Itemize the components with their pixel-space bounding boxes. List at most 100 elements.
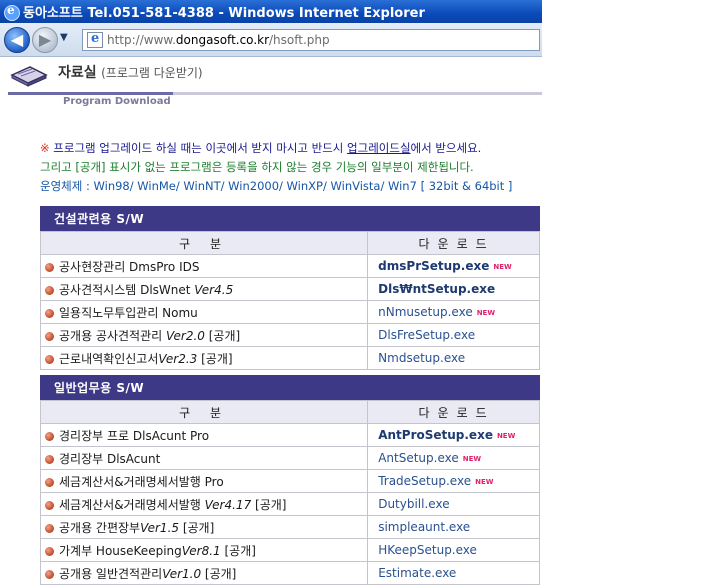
header-divider [8, 92, 542, 95]
column-header-program: 구 분 [39, 400, 369, 424]
download-link[interactable]: Dls₩ntSetup.exe [378, 282, 495, 296]
page-icon [87, 31, 103, 48]
table-row: 세금계산서&거래명세서발행 Pro TradeSetup.exe NEW [39, 469, 540, 493]
program-name: 세금계산서&거래명세서발행 Pro [59, 474, 224, 489]
download-cell: DlsFreSetup.exe [367, 323, 540, 347]
download-link[interactable]: dmsPrSetup.exe [378, 259, 489, 273]
bullet-icon [45, 454, 54, 464]
download-cell: Nmdsetup.exe [367, 346, 540, 370]
download-link[interactable]: AntSetup.exe [378, 451, 459, 465]
program-version: Ver2.3 [158, 351, 198, 366]
table-row: 공개용 간편장부Ver1.5 [공개] simpleaunt.exe [39, 515, 540, 539]
window-title: 동아소프트 Tel.051-581-4388 - Windows Interne… [23, 6, 425, 21]
forward-button[interactable]: ▶ [32, 27, 58, 53]
download-table: 구 분 다운로드공사현장관리 DmsPro IDS dmsPrSetup.exe NE… [39, 231, 540, 370]
program-public-tag: [공개] [251, 497, 287, 512]
table-header-row: 구 분 다운로드 [39, 231, 540, 255]
program-name-cell: 공개용 일반견적관리Ver1.0 [공개] [39, 561, 369, 585]
page-title-main: 자료실 [58, 65, 97, 81]
table-header-row: 구 분 다운로드 [39, 400, 540, 424]
program-name: 세금계산서&거래명세서발행 [59, 497, 205, 512]
table-row: 공사현장관리 DmsPro IDS dmsPrSetup.exe NEW [39, 254, 540, 278]
back-arrow-icon: ◀ [10, 30, 24, 49]
bullet-icon [45, 477, 54, 487]
bullet-icon [45, 262, 54, 272]
ie-logo-icon [3, 3, 20, 21]
program-name: 공사현장관리 DmsPro IDS [59, 259, 200, 274]
program-version: Ver1.5 [140, 520, 180, 535]
bullet-icon [45, 523, 54, 533]
download-link[interactable]: AntProSetup.exe [378, 428, 493, 442]
download-link[interactable]: Dutybill.exe [378, 497, 449, 511]
bullet-icon [45, 285, 54, 295]
download-link[interactable]: HKeepSetup.exe [378, 543, 477, 557]
program-name: 경리장부 프로 DlsAcunt Pro [59, 428, 210, 443]
table-row: 공개용 공사견적관리 Ver2.0 [공개] DlsFreSetup.exe [39, 323, 540, 347]
program-public-tag: [공개] [201, 566, 237, 581]
section-title: 일반업무용 S/W [40, 375, 540, 400]
notice-line-1: ※ 프로그램 업그레이드 하실 때는 이곳에서 받지 마시고 반드시 업그레이드… [40, 139, 512, 158]
upgrade-room-link[interactable]: 업그레이드실 [347, 141, 410, 155]
program-name: 공개용 간편장부 [59, 520, 141, 535]
download-link[interactable]: Estimate.exe [378, 566, 456, 580]
page-subtitle: Program Download [63, 96, 171, 107]
table-row: 세금계산서&거래명세서발행 Ver4.17 [공개] Dutybill.exe [39, 492, 540, 516]
notice-block: ※ 프로그램 업그레이드 하실 때는 이곳에서 받지 마시고 반드시 업그레이드… [40, 139, 512, 196]
program-public-tag: [공개] [197, 351, 233, 366]
program-name: 근로내역확인신고서 [59, 351, 159, 366]
section-construction: 건설관련용 S/W 구 분 다운로드공사현장관리 DmsPro IDS dmsPrSe… [39, 206, 540, 370]
program-name-cell: 경리장부 프로 DlsAcunt Pro [39, 423, 369, 447]
download-link[interactable]: Nmdsetup.exe [378, 351, 465, 365]
recent-pages-dropdown[interactable]: ▼ [60, 32, 68, 43]
download-link[interactable]: DlsFreSetup.exe [378, 328, 475, 342]
program-name-cell: 공개용 공사견적관리 Ver2.0 [공개] [39, 323, 369, 347]
table-row: 가계부 HouseKeepingVer8.1 [공개] HKeepSetup.ex… [39, 538, 540, 562]
download-cell: Dls₩ntSetup.exe [367, 277, 540, 301]
program-version: Ver4.5 [194, 282, 234, 297]
address-bar[interactable]: http://www.dongasoft.co.kr/hsoft.php [82, 29, 540, 51]
navigation-bar: ◀ ▶ ▼ http://www.dongasoft.co.kr/hsoft.p… [0, 23, 542, 57]
bullet-icon [45, 308, 54, 318]
download-cell: Dutybill.exe [367, 492, 540, 516]
program-name: 공개용 일반견적관리 [59, 566, 163, 581]
back-button[interactable]: ◀ [4, 27, 30, 53]
table-row: 근로내역확인신고서Ver2.3 [공개] Nmdsetup.exe [39, 346, 540, 370]
new-badge: NEW [475, 478, 494, 486]
notice-line-1-a: 프로그램 업그레이드 하실 때는 이곳에서 받지 마시고 반드시 [49, 141, 348, 155]
download-link[interactable]: TradeSetup.exe [378, 474, 471, 488]
page-header: 자료실 (프로그램 다운받기) Program Download [0, 57, 542, 109]
download-cell: TradeSetup.exe NEW [367, 469, 540, 493]
download-link[interactable]: nNmusetup.exe [378, 305, 473, 319]
program-public-tag: [공개] [179, 520, 215, 535]
table-row: 일용직노무투입관리 Nomu nNmusetup.exe NEW [39, 300, 540, 324]
window-titlebar: 동아소프트 Tel.051-581-4388 - Windows Interne… [0, 0, 542, 23]
download-table: 구 분 다운로드경리장부 프로 DlsAcunt Pro AntProSetup.e… [39, 400, 540, 585]
table-row: 공개용 일반견적관리Ver1.0 [공개] Estimate.exe [39, 561, 540, 585]
download-link[interactable]: simpleaunt.exe [378, 520, 470, 534]
column-header-download: 다운로드 [367, 400, 540, 424]
download-cell: AntProSetup.exe NEW [367, 423, 540, 447]
download-cell: simpleaunt.exe [367, 515, 540, 539]
program-name-cell: 근로내역확인신고서Ver2.3 [공개] [39, 346, 369, 370]
notice-line-1-b: 에서 받으세요. [410, 141, 482, 155]
program-public-tag: [공개] [220, 543, 256, 558]
bullet-icon [45, 431, 54, 441]
book-icon [10, 66, 48, 87]
download-cell: Estimate.exe [367, 561, 540, 585]
column-header-download: 다운로드 [367, 231, 540, 255]
new-badge: NEW [493, 263, 512, 271]
bullet-icon [45, 569, 54, 579]
section-title: 건설관련용 S/W [40, 206, 540, 231]
table-row: 경리장부 DlsAcunt AntSetup.exe NEW [39, 446, 540, 470]
new-badge: NEW [476, 309, 496, 317]
program-name-cell: 경리장부 DlsAcunt [39, 446, 369, 470]
program-name: 일용직노무투입관리 Nomu [59, 305, 198, 320]
program-name: 공사견적시스템 DlsWnet [59, 282, 195, 297]
column-header-program: 구 분 [39, 231, 369, 255]
bullet-icon [45, 331, 54, 341]
notice-line-2: 그리고 [공개] 표시가 없는 프로그램은 등록을 하지 않는 경우 기능의 일… [40, 160, 474, 174]
section-general: 일반업무용 S/W 구 분 다운로드경리장부 프로 DlsAcunt Pro AntP… [39, 375, 540, 585]
new-badge: NEW [462, 455, 482, 463]
forward-arrow-icon: ▶ [38, 30, 52, 49]
download-cell: AntSetup.exe NEW [367, 446, 540, 470]
